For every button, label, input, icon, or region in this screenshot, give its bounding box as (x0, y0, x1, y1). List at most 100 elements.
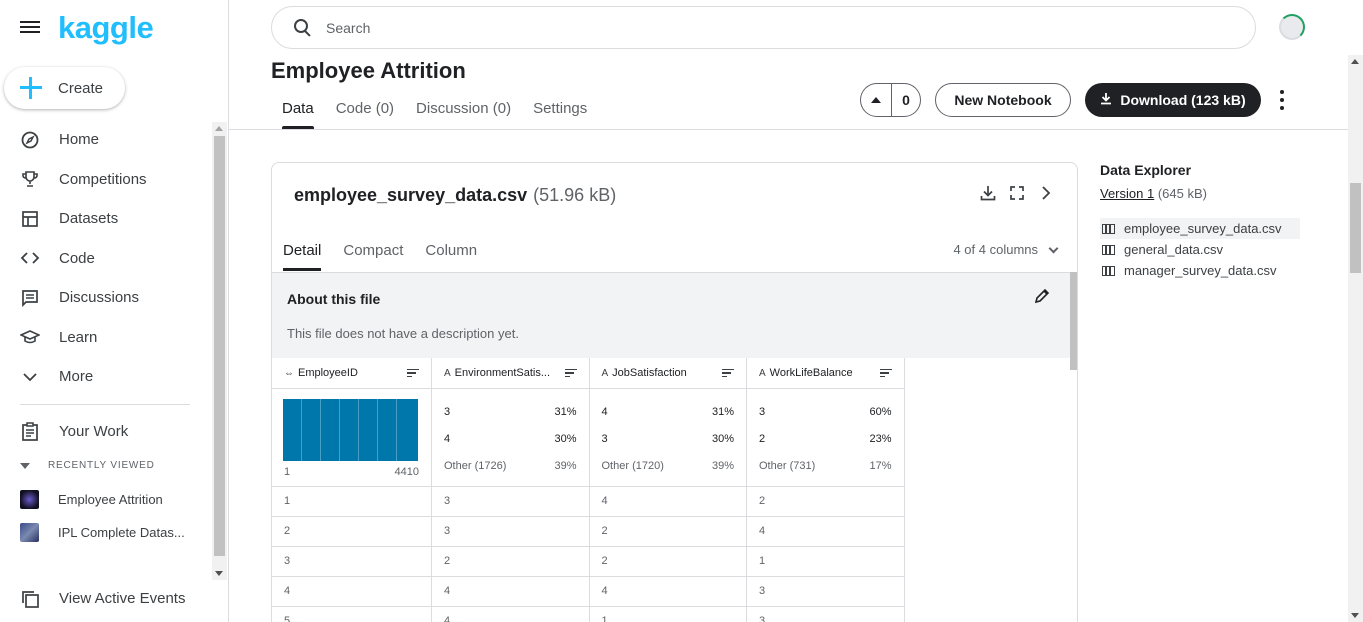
histogram-min: 1 (284, 465, 291, 478)
kaggle-logo[interactable]: kaggle (58, 10, 154, 46)
edit-pencil-icon[interactable] (1034, 288, 1050, 309)
plus-icon (20, 77, 42, 99)
avatar[interactable] (1279, 14, 1305, 40)
sidebar-item-competitions[interactable]: Competitions (0, 160, 210, 200)
new-notebook-button[interactable]: New Notebook (935, 83, 1071, 117)
stat-key: Other (1720) (601, 460, 664, 472)
string-type-icon: A (601, 367, 609, 379)
table-cell: 4 (431, 576, 590, 607)
recent-item-label: Employee Attrition (58, 492, 163, 507)
view-active-events-link[interactable]: View Active Events (0, 579, 210, 619)
sort-icon[interactable] (564, 368, 577, 377)
summary-cell: 3 60% 2 23% Other (731) 17% (746, 388, 905, 487)
file-item-label: employee_survey_data.csv (1124, 221, 1282, 236)
chevron-right-icon[interactable] (1036, 185, 1056, 205)
table-row: 2 3 2 4 (272, 516, 905, 547)
sidebar-scrollbar[interactable] (212, 122, 227, 580)
tab-compact[interactable]: Compact (332, 239, 414, 271)
tab-settings[interactable]: Settings (522, 96, 598, 129)
table-cell: 3 (272, 546, 432, 577)
employeeid-histogram[interactable] (283, 398, 418, 461)
file-size: (51.96 kB) (533, 185, 617, 205)
table-cell: 2 (746, 486, 905, 517)
recent-item-ipl[interactable]: IPL Complete Datas... (20, 523, 185, 542)
sidebar-item-discussions[interactable]: Discussions (0, 278, 210, 318)
stat-value: 39% (554, 460, 577, 472)
scrollbar-thumb[interactable] (1350, 183, 1361, 273)
table-cell: 3 (746, 606, 905, 622)
main-scrollbar[interactable] (1348, 55, 1363, 622)
column-header-environmentsatisfaction[interactable]: A EnvironmentSatis... (431, 358, 590, 389)
data-explorer: Data Explorer Version 1 (645 kB) employe… (1100, 162, 1300, 278)
fullscreen-icon[interactable] (1007, 185, 1027, 205)
table-row: 1 3 4 2 (272, 486, 905, 517)
scroll-up-arrow-icon[interactable] (1351, 59, 1359, 64)
column-header-jobsatisfaction[interactable]: A JobSatisfaction (589, 358, 747, 389)
stat-key: 3 (601, 433, 608, 445)
sidebar-item-your-work[interactable]: Your Work (0, 412, 210, 452)
scroll-down-arrow-icon[interactable] (1351, 613, 1359, 618)
file-item-manager-survey[interactable]: manager_survey_data.csv (1100, 260, 1300, 281)
table-cell: 2 (431, 546, 590, 577)
sidebar-item-label: Learn (59, 328, 98, 346)
more-options-icon[interactable] (1276, 90, 1288, 110)
table-cell: 3 (431, 516, 590, 547)
column-selector[interactable]: 4 of 4 columns (953, 242, 1059, 257)
search-input[interactable] (326, 19, 1126, 36)
scroll-up-arrow-icon[interactable] (215, 126, 223, 131)
column-header-employeeid[interactable]: ⇔ EmployeeID (272, 358, 432, 389)
hamburger-menu-icon[interactable] (20, 18, 40, 36)
scroll-down-arrow-icon[interactable] (215, 571, 223, 576)
download-label: Download (123 kB) (1120, 92, 1246, 108)
version-link[interactable]: Version 1 (1100, 186, 1154, 201)
table-cell: 4 (746, 516, 905, 547)
tab-data[interactable]: Data (271, 96, 325, 129)
tab-code[interactable]: Code (0) (325, 96, 405, 129)
download-button[interactable]: Download (123 kB) (1085, 83, 1261, 117)
table-cell: 3 (431, 486, 590, 517)
column-header-worklifebalance[interactable]: A WorkLifeBalance (746, 358, 905, 389)
your-work-label: Your Work (59, 423, 129, 441)
sidebar-item-learn[interactable]: Learn (0, 318, 210, 358)
file-item-general-data[interactable]: general_data.csv (1100, 239, 1300, 260)
view-mode-tabs: Detail Compact Column (272, 239, 488, 271)
file-list: employee_survey_data.csv general_data.cs… (1100, 218, 1300, 281)
stat-value: 39% (711, 460, 734, 472)
table-cell: 4 (589, 576, 747, 607)
scrollbar-thumb[interactable] (214, 136, 225, 556)
sort-icon[interactable] (879, 368, 892, 377)
string-type-icon: A (444, 367, 451, 379)
stat-value: 30% (711, 433, 734, 445)
card-scrollbar-thumb[interactable] (1070, 272, 1077, 370)
table-cell: 4 (431, 606, 590, 622)
about-file-panel: About this file This file does not have … (272, 272, 1070, 358)
sidebar-view-active-events: View Active Events (0, 579, 210, 619)
sidebar-item-datasets[interactable]: Datasets (0, 199, 210, 239)
column-summary-row: 1 4410 3 31% 4 30% Other (1726) 39% 4 31% 33… (272, 388, 905, 487)
sidebar-item-home[interactable]: Home (0, 120, 210, 160)
tab-column[interactable]: Column (414, 239, 488, 271)
download-file-icon[interactable] (978, 185, 998, 205)
summary-stat: 3 31% (444, 399, 577, 426)
sort-icon[interactable] (722, 368, 734, 377)
table-header-row: ⇔ EmployeeID A EnvironmentSatis... A JobSat… (272, 358, 905, 389)
tab-detail[interactable]: Detail (272, 239, 332, 271)
search-icon (294, 18, 312, 37)
about-title: About this file (287, 291, 381, 307)
upvote-button[interactable] (861, 84, 892, 116)
stat-value: 23% (869, 433, 892, 445)
table-row: 3 2 2 1 (272, 546, 905, 577)
recently-viewed-toggle[interactable]: RECENTLY VIEWED (20, 460, 155, 471)
sort-icon[interactable] (407, 368, 419, 377)
tab-discussion[interactable]: Discussion (0) (405, 96, 522, 129)
data-explorer-title: Data Explorer (1100, 162, 1192, 178)
file-item-employee-survey[interactable]: employee_survey_data.csv (1100, 218, 1300, 239)
search-bar[interactable] (271, 6, 1256, 49)
recent-item-employee-attrition[interactable]: Employee Attrition (20, 490, 163, 509)
sidebar-item-more[interactable]: More (0, 357, 210, 397)
stat-key: 3 (444, 406, 451, 418)
sidebar-item-code[interactable]: Code (0, 239, 210, 279)
recently-viewed-header: RECENTLY VIEWED (48, 460, 155, 471)
stat-value: 30% (554, 433, 577, 445)
create-button[interactable]: Create (4, 67, 125, 109)
